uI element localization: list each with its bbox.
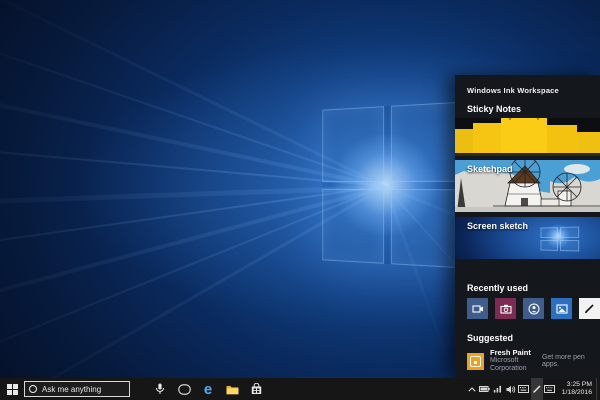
sticky-note	[501, 118, 547, 153]
tray-chevron-up[interactable]	[466, 378, 478, 400]
file-explorer-icon	[226, 384, 239, 395]
recent-app-tile-sketchpad[interactable]	[579, 298, 600, 319]
sketchpad-card[interactable]: Sketchpad	[455, 160, 600, 212]
photos-app-icon	[556, 303, 568, 315]
sketch-pen-icon	[583, 302, 596, 315]
task-view-button[interactable]	[172, 378, 196, 400]
suggested-label: Suggested	[455, 333, 600, 343]
show-desktop-button[interactable]	[596, 378, 600, 400]
sticky-note	[455, 129, 473, 153]
recent-app-tile-video[interactable]	[467, 298, 488, 319]
sticky-note	[473, 123, 501, 153]
store-button[interactable]	[244, 378, 268, 400]
recently-used-label: Recently used	[455, 283, 600, 293]
cortana-icon	[29, 385, 37, 393]
search-placeholder: Ask me anything	[42, 385, 101, 394]
mini-hero-window	[541, 227, 580, 252]
screen-sketch-label: Screen sketch	[467, 221, 528, 231]
suggested-app-row[interactable]: Fresh Paint Microsoft Corporation Get mo…	[455, 349, 600, 373]
video-app-icon	[472, 303, 484, 315]
start-icon	[7, 384, 18, 395]
clock[interactable]: 3:25 PM 1/18/2016	[562, 381, 592, 397]
edge-icon: e	[204, 382, 212, 397]
network-icon	[493, 385, 502, 393]
pen-icon	[532, 384, 542, 394]
tray-network[interactable]	[492, 378, 504, 400]
taskbar: Ask me anything e	[0, 378, 600, 400]
tray-touch-keyboard[interactable]	[518, 378, 530, 400]
sticky-notes-label: Sticky Notes	[455, 104, 600, 114]
tray-keyboard[interactable]	[544, 378, 556, 400]
store-icon	[251, 383, 262, 395]
get-more-pen-apps-link[interactable]: Get more pen apps.	[542, 354, 590, 368]
windows-ink-workspace-panel: Windows Ink Workspace Sticky Notes	[455, 75, 600, 378]
touch-keyboard-icon	[518, 385, 529, 393]
suggested-app-text: Fresh Paint Microsoft Corporation	[490, 349, 542, 373]
screen: Windows Ink Workspace Sticky Notes	[0, 0, 600, 400]
keyboard-icon	[544, 385, 555, 393]
sticky-note	[547, 125, 577, 153]
task-view-icon	[178, 384, 191, 395]
suggested-app-publisher: Microsoft Corporation	[490, 357, 542, 373]
recently-used-tiles	[455, 298, 600, 319]
screen-sketch-card[interactable]: Screen sketch	[455, 217, 600, 259]
tray-pen-windows-ink[interactable]	[531, 378, 543, 400]
sticky-notes-card[interactable]	[455, 118, 600, 156]
fresh-paint-icon	[467, 353, 484, 370]
camera-app-icon	[500, 303, 512, 315]
microphone-icon	[155, 383, 165, 395]
battery-icon	[479, 386, 490, 392]
volume-icon	[506, 385, 516, 394]
suggested-app-name: Fresh Paint	[490, 349, 542, 357]
microphone-button[interactable]	[148, 378, 172, 400]
recent-app-tile-photos[interactable]	[551, 298, 572, 319]
tray-battery[interactable]	[479, 378, 491, 400]
recent-app-tile-people[interactable]	[523, 298, 544, 319]
clock-time: 3:25 PM	[562, 381, 592, 389]
start-button[interactable]	[0, 378, 24, 400]
tray-volume[interactable]	[505, 378, 517, 400]
edge-button[interactable]: e	[196, 378, 220, 400]
sketchpad-label: Sketchpad	[467, 164, 513, 174]
chevron-up-icon	[468, 387, 476, 392]
recent-app-tile-camera[interactable]	[495, 298, 516, 319]
search-box[interactable]: Ask me anything	[24, 381, 130, 397]
hero-window-logo	[322, 102, 458, 268]
clock-date: 1/18/2016	[562, 389, 592, 397]
system-tray: 3:25 PM 1/18/2016	[466, 378, 600, 400]
people-app-icon	[528, 303, 540, 315]
panel-title: Windows Ink Workspace	[455, 75, 600, 95]
sticky-note	[577, 132, 600, 153]
file-explorer-button[interactable]	[220, 378, 244, 400]
